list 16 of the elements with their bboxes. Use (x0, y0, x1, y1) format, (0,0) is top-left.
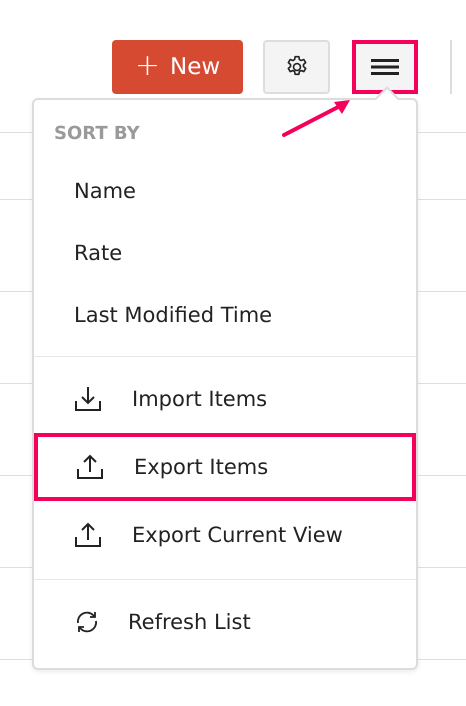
menu-item[interactable]: Export Items (34, 433, 416, 501)
section-title: SORT BY (54, 122, 140, 146)
menu-item[interactable]: Export Current View (34, 501, 416, 569)
download-icon (74, 386, 102, 412)
menu-icon (371, 58, 399, 76)
upload-icon (74, 522, 102, 548)
menu-item[interactable]: Last Modified Time (34, 284, 416, 346)
settings-button[interactable] (263, 40, 330, 94)
menu-item[interactable]: Import Items (34, 365, 416, 433)
menu-item[interactable]: Rate (34, 222, 416, 284)
menu-item[interactable]: Name (34, 160, 416, 222)
refresh-icon (74, 609, 100, 635)
new-button[interactable]: + New (112, 40, 243, 94)
menu-button[interactable] (352, 40, 418, 94)
menu-item[interactable]: Refresh List (34, 588, 416, 656)
upload-icon (76, 454, 104, 480)
